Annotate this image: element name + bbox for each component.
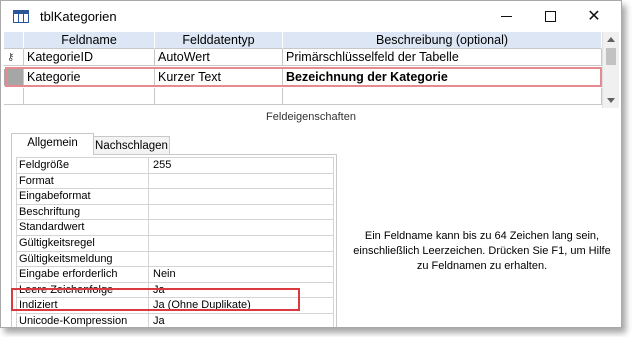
property-value[interactable] xyxy=(150,205,335,221)
property-row[interactable]: Standardwert xyxy=(17,220,333,236)
maximize-button[interactable] xyxy=(527,1,573,31)
tab-lookup[interactable]: Nachschlagen xyxy=(94,136,170,156)
property-name: Standardwert xyxy=(17,220,149,236)
close-icon: ✕ xyxy=(587,6,601,25)
minimize-button[interactable] xyxy=(483,1,529,31)
property-name: Feldgröße xyxy=(17,158,149,174)
table-row[interactable]: ⚷ KategorieID AutoWert Primärschlüsselfe… xyxy=(4,49,602,66)
property-name: Eingabe erforderlich xyxy=(17,267,149,283)
field-description-cell[interactable] xyxy=(283,88,602,105)
property-value[interactable] xyxy=(150,174,335,190)
close-button[interactable]: ✕ xyxy=(571,1,617,31)
field-type-cell[interactable]: AutoWert xyxy=(155,49,283,66)
grid-header-row: Feldname Felddatentyp Beschreibung (opti… xyxy=(4,32,602,49)
primary-key-icon: ⚷ xyxy=(7,52,15,63)
title-bar[interactable]: tblKategorien ✕ xyxy=(1,1,621,32)
help-text: Ein Feldname kann bis zu 64 Zeichen lang… xyxy=(353,230,611,272)
field-name-cell[interactable]: KategorieID xyxy=(24,49,155,66)
column-header-datatype[interactable]: Felddatentyp xyxy=(155,32,283,49)
property-row[interactable]: Gültigkeitsregel xyxy=(17,235,335,252)
property-row[interactable]: Feldgröße 255 xyxy=(17,158,333,174)
row-selector[interactable] xyxy=(4,88,24,105)
property-name: Eingabeformat xyxy=(17,189,149,205)
field-description-cell[interactable]: Primärschlüsselfeld der Tabelle xyxy=(283,49,602,66)
field-type-cell[interactable] xyxy=(155,88,283,105)
header-selector[interactable] xyxy=(4,32,24,49)
row-selector[interactable]: ⚷ xyxy=(4,49,24,66)
table-icon xyxy=(13,10,29,23)
scroll-up-icon[interactable] xyxy=(607,37,615,42)
minimize-icon xyxy=(500,15,512,17)
property-value[interactable] xyxy=(150,252,335,268)
vertical-scrollbar[interactable] xyxy=(602,32,619,108)
window-title: tblKategorien xyxy=(40,9,117,24)
property-value[interactable]: 255 xyxy=(150,158,335,174)
property-row[interactable]: Eingabeformat xyxy=(17,189,333,205)
property-value[interactable]: Nein xyxy=(150,267,335,283)
property-row[interactable]: Beschriftung xyxy=(17,204,335,221)
property-row[interactable]: Eingabe erforderlich Nein xyxy=(17,267,333,283)
property-value[interactable] xyxy=(150,220,335,236)
field-name-cell[interactable] xyxy=(24,88,155,105)
field-properties-label: Feldeigenschaften xyxy=(266,111,356,123)
property-name: Beschriftung xyxy=(17,204,149,221)
scroll-thumb[interactable] xyxy=(606,48,616,65)
new-row[interactable] xyxy=(4,88,602,105)
column-header-fieldname[interactable]: Feldname xyxy=(24,32,155,49)
tab-general[interactable]: Allgemein xyxy=(11,133,94,155)
property-name: Format xyxy=(17,173,149,190)
table-design-window: tblKategorien ✕ Feldname Felddatentyp Be… xyxy=(0,0,622,328)
property-row[interactable]: Unicode-Kompression Ja xyxy=(17,313,335,327)
property-name: Gültigkeitsmeldung xyxy=(17,251,149,268)
property-value[interactable]: Ja xyxy=(150,314,335,327)
property-value[interactable] xyxy=(150,189,335,205)
indexed-property-highlight xyxy=(11,288,300,311)
column-header-description[interactable]: Beschreibung (optional) xyxy=(283,32,602,49)
property-row[interactable]: Format xyxy=(17,173,335,190)
scroll-down-icon[interactable] xyxy=(607,98,615,103)
property-value[interactable] xyxy=(150,236,335,252)
property-row[interactable]: Gültigkeitsmeldung xyxy=(17,251,335,268)
maximize-icon xyxy=(544,10,556,22)
property-name: Unicode-Kompression xyxy=(17,313,149,327)
property-name: Gültigkeitsregel xyxy=(17,235,149,252)
selected-row-highlight xyxy=(5,67,602,87)
